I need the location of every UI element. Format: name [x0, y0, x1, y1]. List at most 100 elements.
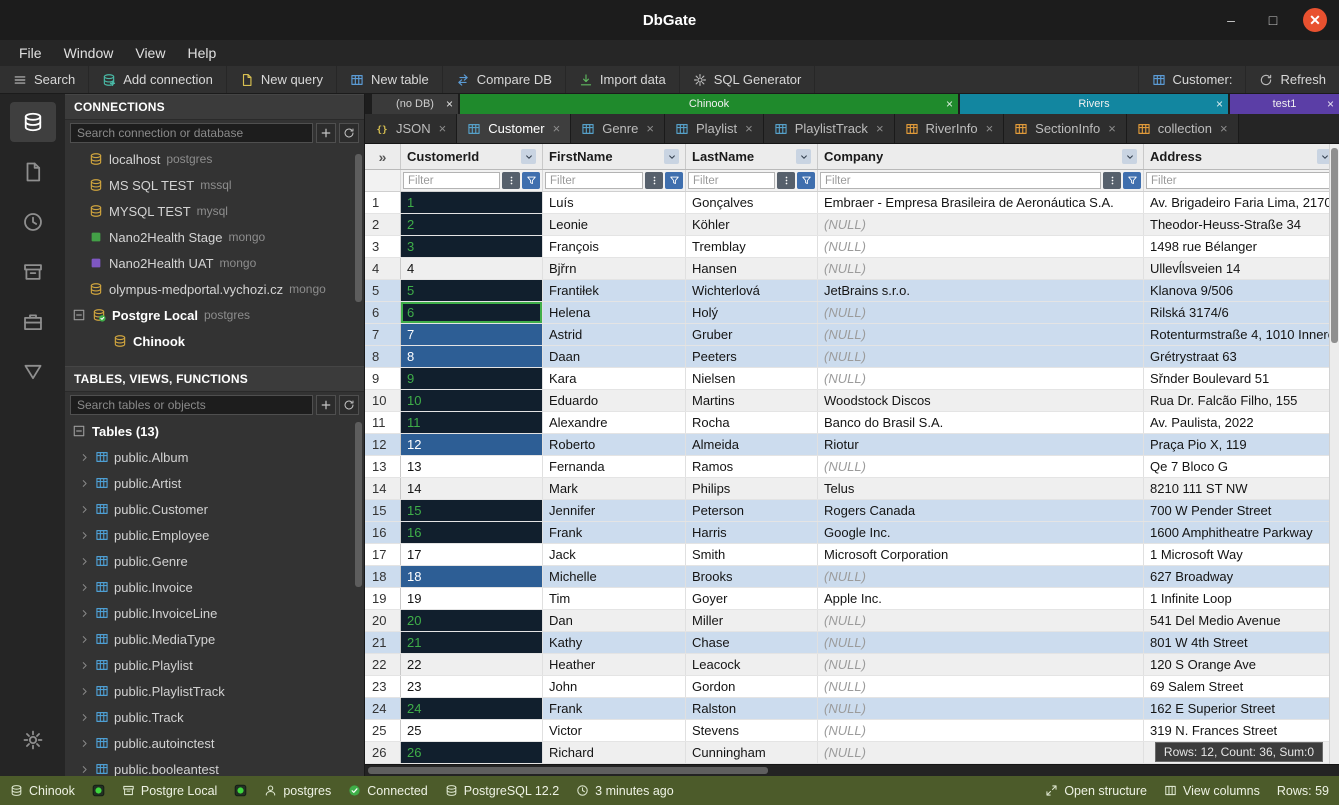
cell-firstname[interactable]: Alexandre — [543, 412, 686, 433]
cell-customerid[interactable]: 4 — [401, 258, 543, 279]
cell-address[interactable]: Av. Brigadeiro Faria Lima, 2170 — [1144, 192, 1339, 213]
toolbar-compare-db-button[interactable]: Compare DB — [443, 66, 566, 93]
add-connection-small-button[interactable] — [316, 123, 336, 143]
connections-scrollbar[interactable] — [355, 154, 362, 302]
cell-lastname[interactable]: Leacock — [686, 654, 818, 675]
cell-address[interactable]: 700 W Pender Street — [1144, 500, 1339, 521]
cell-company[interactable]: (NULL) — [818, 632, 1144, 653]
cell-company[interactable]: Rogers Canada — [818, 500, 1144, 521]
cell-customerid[interactable]: 1 — [401, 192, 543, 213]
close-icon[interactable]: × — [875, 121, 884, 136]
column-menu-button[interactable] — [796, 149, 811, 164]
menu-file[interactable]: File — [8, 40, 53, 66]
close-icon[interactable]: × — [1216, 97, 1223, 111]
cell-address[interactable]: Rilská 3174/6 — [1144, 302, 1339, 323]
chevright-icon[interactable] — [79, 738, 90, 749]
menu-window[interactable]: Window — [53, 40, 125, 66]
close-icon[interactable]: × — [1107, 121, 1116, 136]
filter-menu-button[interactable] — [645, 172, 663, 189]
cell-firstname[interactable]: Jennifer — [543, 500, 686, 521]
toolbar-search-button[interactable]: Search — [0, 66, 89, 93]
row-number[interactable]: 7 — [365, 324, 401, 345]
filter-funnel-button[interactable] — [797, 172, 815, 189]
tab-customer[interactable]: Customer× — [457, 114, 571, 143]
cell-firstname[interactable]: John — [543, 676, 686, 697]
cell-company[interactable]: Riotur — [818, 434, 1144, 455]
filter-input-customerid[interactable] — [403, 172, 500, 189]
filter-funnel-button[interactable] — [665, 172, 683, 189]
cell-lastname[interactable]: Miller — [686, 610, 818, 631]
cell-company[interactable]: Microsoft Corporation — [818, 544, 1144, 565]
close-icon[interactable]: × — [1327, 97, 1334, 111]
cell-firstname[interactable]: Dan — [543, 610, 686, 631]
cell-address[interactable]: 8210 111 ST NW — [1144, 478, 1339, 499]
cell-address[interactable]: Praça Pio X, 119 — [1144, 434, 1339, 455]
row-number[interactable]: 24 — [365, 698, 401, 719]
tab-sectioninfo[interactable]: SectionInfo× — [1004, 114, 1127, 143]
cell-lastname[interactable]: Rocha — [686, 412, 818, 433]
filter-menu-button[interactable] — [1103, 172, 1121, 189]
status-view-columns[interactable]: View columns — [1164, 784, 1260, 798]
cell-firstname[interactable]: Leonie — [543, 214, 686, 235]
sidebar-item-app[interactable] — [10, 302, 56, 342]
row-number[interactable]: 8 — [365, 346, 401, 367]
cell-customerid[interactable]: 10 — [401, 390, 543, 411]
connection-search-input[interactable] — [70, 123, 313, 143]
cell-address[interactable]: Theodor-Heuss-Straße 34 — [1144, 214, 1339, 235]
tables-scrollbar[interactable] — [355, 422, 362, 587]
toolbar-new-table-button[interactable]: New table — [337, 66, 443, 93]
cell-company[interactable]: (NULL) — [818, 368, 1144, 389]
cell-lastname[interactable]: Brooks — [686, 566, 818, 587]
column-header-address[interactable]: Address — [1144, 144, 1339, 169]
chevright-icon[interactable] — [79, 634, 90, 645]
cell-firstname[interactable]: Jack — [543, 544, 686, 565]
minusbox-icon[interactable] — [72, 424, 86, 438]
table-item-public-customer[interactable]: public.Customer — [65, 496, 364, 522]
cell-lastname[interactable]: Stevens — [686, 720, 818, 741]
close-icon[interactable]: × — [645, 121, 654, 136]
grid-vertical-scrollbar[interactable] — [1329, 144, 1339, 764]
cell-firstname[interactable]: Frank — [543, 698, 686, 719]
filter-funnel-button[interactable] — [522, 172, 540, 189]
connection-postgre-local[interactable]: Postgre Localpostgres — [65, 302, 364, 328]
chevright-icon[interactable] — [79, 556, 90, 567]
cell-customerid[interactable]: 16 — [401, 522, 543, 543]
sidebar-item-archive[interactable] — [10, 252, 56, 292]
row-number[interactable]: 20 — [365, 610, 401, 631]
row-number[interactable]: 9 — [365, 368, 401, 389]
cell-company[interactable]: Telus — [818, 478, 1144, 499]
sidebar-item-files[interactable] — [10, 152, 56, 192]
cell-company[interactable]: Banco do Brasil S.A. — [818, 412, 1144, 433]
column-header-company[interactable]: Company — [818, 144, 1144, 169]
cell-lastname[interactable]: Hansen — [686, 258, 818, 279]
sidebar-item-filter[interactable] — [10, 352, 56, 392]
column-header-firstname[interactable]: FirstName — [543, 144, 686, 169]
cell-lastname[interactable]: Ralston — [686, 698, 818, 719]
cell-firstname[interactable]: Victor — [543, 720, 686, 741]
cell-company[interactable]: (NULL) — [818, 676, 1144, 697]
cell-customerid[interactable]: 13 — [401, 456, 543, 477]
cell-customerid[interactable]: 3 — [401, 236, 543, 257]
cell-address[interactable]: 1 Infinite Loop — [1144, 588, 1339, 609]
table-item-public-employee[interactable]: public.Employee — [65, 522, 364, 548]
row-number[interactable]: 14 — [365, 478, 401, 499]
connection-nano2health-uat[interactable]: Nano2Health UATmongo — [65, 250, 364, 276]
toolbar-new-query-button[interactable]: New query — [227, 66, 337, 93]
filter-menu-button[interactable] — [502, 172, 520, 189]
cell-address[interactable]: Rua Dr. Falcão Filho, 155 — [1144, 390, 1339, 411]
cell-lastname[interactable]: Tremblay — [686, 236, 818, 257]
cell-customerid[interactable]: 7 — [401, 324, 543, 345]
cell-lastname[interactable]: Gordon — [686, 676, 818, 697]
cell-firstname[interactable]: Frank — [543, 522, 686, 543]
table-item-public-invoice[interactable]: public.Invoice — [65, 574, 364, 600]
chevright-icon[interactable] — [79, 530, 90, 541]
table-item-public-mediatype[interactable]: public.MediaType — [65, 626, 364, 652]
close-icon[interactable]: × — [946, 97, 953, 111]
row-number[interactable]: 15 — [365, 500, 401, 521]
cell-company[interactable]: (NULL) — [818, 346, 1144, 367]
table-item-public-playlisttrack[interactable]: public.PlaylistTrack — [65, 678, 364, 704]
cell-lastname[interactable]: Philips — [686, 478, 818, 499]
cell-lastname[interactable]: Holý — [686, 302, 818, 323]
tab-riverinfo[interactable]: RiverInfo× — [895, 114, 1005, 143]
cell-customerid[interactable]: 14 — [401, 478, 543, 499]
